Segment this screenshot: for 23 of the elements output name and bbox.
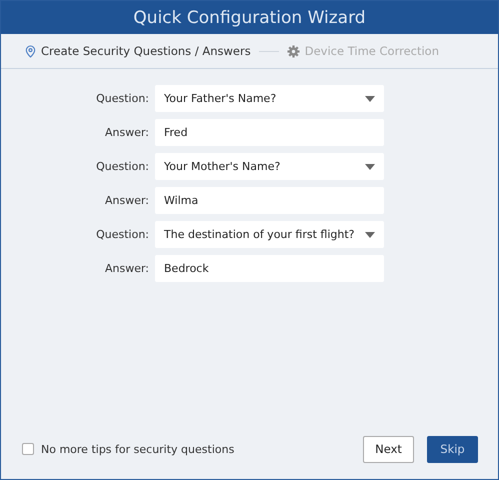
caret-icon bbox=[365, 96, 375, 102]
field-label: Question: bbox=[95, 228, 149, 241]
field-label: Question: bbox=[95, 160, 149, 173]
wizard-step[interactable]: Create Security Questions / Answers bbox=[41, 44, 251, 58]
question-dropdown[interactable]: Your Father's Name? bbox=[155, 85, 384, 112]
field-label: Question: bbox=[95, 92, 149, 105]
question-dropdown[interactable]: Your Mother's Name? bbox=[155, 153, 384, 180]
caret-icon bbox=[365, 164, 375, 170]
answer-field[interactable]: Wilma bbox=[155, 187, 384, 214]
caret-icon bbox=[365, 232, 375, 238]
checkbox[interactable] bbox=[22, 443, 34, 455]
pin-icon bbox=[25, 44, 36, 58]
checkbox-label: No more tips for security questions bbox=[41, 442, 234, 456]
next-button[interactable]: Next bbox=[363, 436, 414, 462]
skip-button[interactable]: Skip bbox=[427, 436, 478, 462]
field-label: Answer: bbox=[104, 262, 149, 275]
answer-field[interactable]: Fred bbox=[155, 119, 384, 146]
gear-icon bbox=[286, 44, 300, 58]
question-dropdown[interactable]: The destination of your first flight? bbox=[155, 221, 384, 248]
window-title: Quick Configuration Wizard bbox=[133, 8, 366, 28]
field-label: Answer: bbox=[104, 126, 149, 139]
answer-field[interactable]: Bedrock bbox=[155, 255, 384, 282]
field-label: Answer: bbox=[104, 194, 149, 207]
